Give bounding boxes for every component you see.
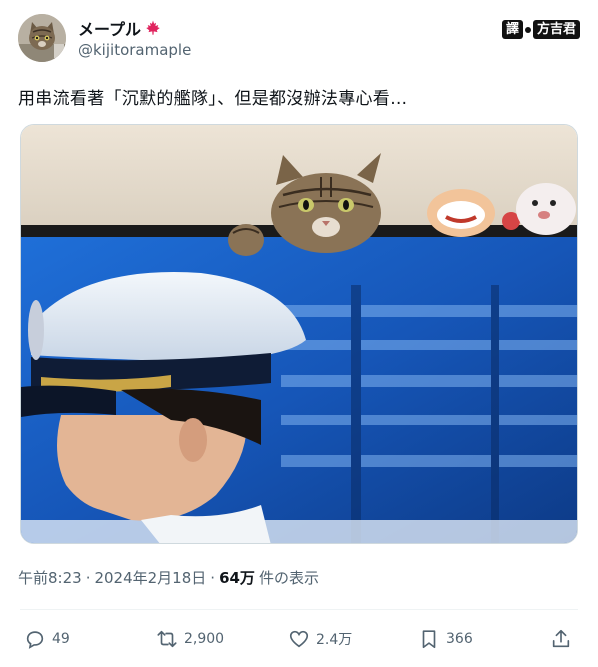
divider (20, 609, 578, 610)
tweet-header: メープル @kijitoramaple (18, 14, 583, 64)
tweet-photo[interactable] (20, 124, 578, 544)
meta-separator-2: · (210, 568, 216, 587)
post-time[interactable]: 午前8:23 (18, 567, 82, 588)
reply-icon (26, 631, 44, 649)
bookmark-button[interactable]: 366 (418, 622, 473, 656)
translator-label-right: 方吉君 (532, 20, 580, 39)
tweet-text: 用串流看著「沉默的艦隊」、但是都沒辦法專心看… (18, 89, 408, 109)
tweet-meta: 午前8:23 · 2024年2月18日 · 64万 件の表示 (18, 567, 319, 588)
retweet-count: 2,900 (184, 631, 225, 647)
post-date[interactable]: 2024年2月18日 (94, 567, 206, 588)
bookmark-count: 366 (446, 631, 473, 647)
share-button[interactable] (550, 622, 572, 656)
heart-icon (289, 630, 309, 648)
maple-leaf-icon (144, 19, 162, 37)
display-name-row: メープル (78, 16, 162, 40)
like-count: 2.4万 (316, 632, 353, 648)
meta-separator: · (85, 568, 91, 587)
views-label: 件の表示 (258, 569, 319, 587)
reply-button[interactable]: 49 (24, 622, 70, 656)
share-icon (552, 629, 570, 648)
handle[interactable]: @kijitoramaple (78, 41, 191, 59)
translator-dot (524, 26, 531, 33)
retweet-button[interactable]: 2,900 (156, 622, 224, 656)
bookmark-icon (422, 630, 436, 649)
views-count: 64万 (219, 569, 255, 587)
cat-avatar-icon (18, 14, 66, 62)
translator-label-left: 譯 (501, 20, 523, 39)
reply-count: 49 (52, 631, 70, 647)
retweet-icon (157, 630, 177, 648)
display-name[interactable]: メープル (78, 16, 141, 40)
cat-over-tv-photo (21, 125, 577, 543)
like-button[interactable]: 2.4万 (288, 622, 352, 656)
translator-watermark: 譯 方吉君 (501, 20, 580, 39)
action-bar: 49 2,900 2.4万 366 (20, 622, 578, 656)
avatar[interactable] (18, 14, 66, 62)
